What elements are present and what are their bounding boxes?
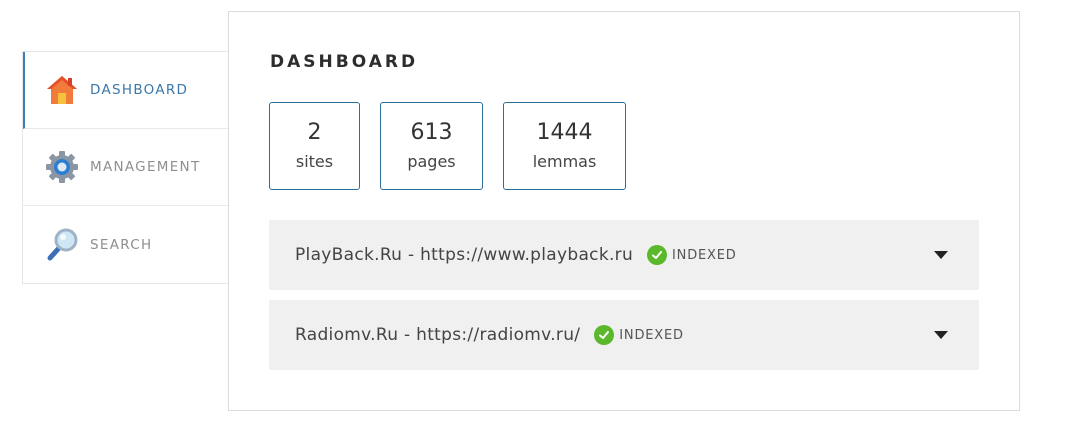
chevron-down-icon[interactable] [933,327,949,343]
status-badge: INDEXED [647,245,737,265]
stat-value: 613 [410,120,453,146]
site-name: Radiomv.Ru - https://radiomv.ru/ [295,325,581,345]
check-icon [647,245,668,265]
site-row[interactable]: PlayBack.Ru - https://www.playback.ru IN… [269,220,979,290]
dashboard-panel: DASHBOARD 2 sites 613 pages 1444 lemmas … [228,11,1020,411]
stat-card-sites: 2 sites [269,102,360,190]
sidebar-item-label: SEARCH [90,236,153,253]
stat-card-pages: 613 pages [380,102,483,190]
check-icon [594,325,615,345]
sidebar-item-label: MANAGEMENT [90,159,201,175]
sidebar: DASHBOARD MANAGEMENT SEARCH [22,51,229,284]
stat-label: pages [407,151,456,171]
stat-card-lemmas: 1444 lemmas [503,102,626,190]
sidebar-item-dashboard[interactable]: DASHBOARD [23,52,229,129]
site-list: PlayBack.Ru - https://www.playback.ru IN… [269,220,979,380]
stat-value: 2 [307,120,322,146]
status-text: INDEXED [672,247,737,263]
site-name: PlayBack.Ru - https://www.playback.ru [295,245,634,265]
home-icon [44,72,80,108]
page-title: DASHBOARD [270,52,419,72]
sidebar-item-management[interactable]: MANAGEMENT [23,129,229,206]
app-page: DASHBOARD MANAGEMENT SEARCH DASHBOARD 2 … [0,0,1087,438]
status-text: INDEXED [619,327,684,343]
site-row[interactable]: Radiomv.Ru - https://radiomv.ru/ INDEXED [269,300,979,370]
stats-group: 2 sites 613 pages 1444 lemmas [269,102,646,190]
stat-value: 1444 [536,120,593,146]
magnifier-icon [44,227,80,263]
stat-label: lemmas [532,151,597,171]
gear-icon [44,149,80,185]
sidebar-item-label: DASHBOARD [90,82,189,98]
sidebar-item-search[interactable]: SEARCH [23,206,229,283]
chevron-down-icon[interactable] [933,247,949,263]
status-badge: INDEXED [594,325,684,345]
stat-label: sites [295,151,334,171]
